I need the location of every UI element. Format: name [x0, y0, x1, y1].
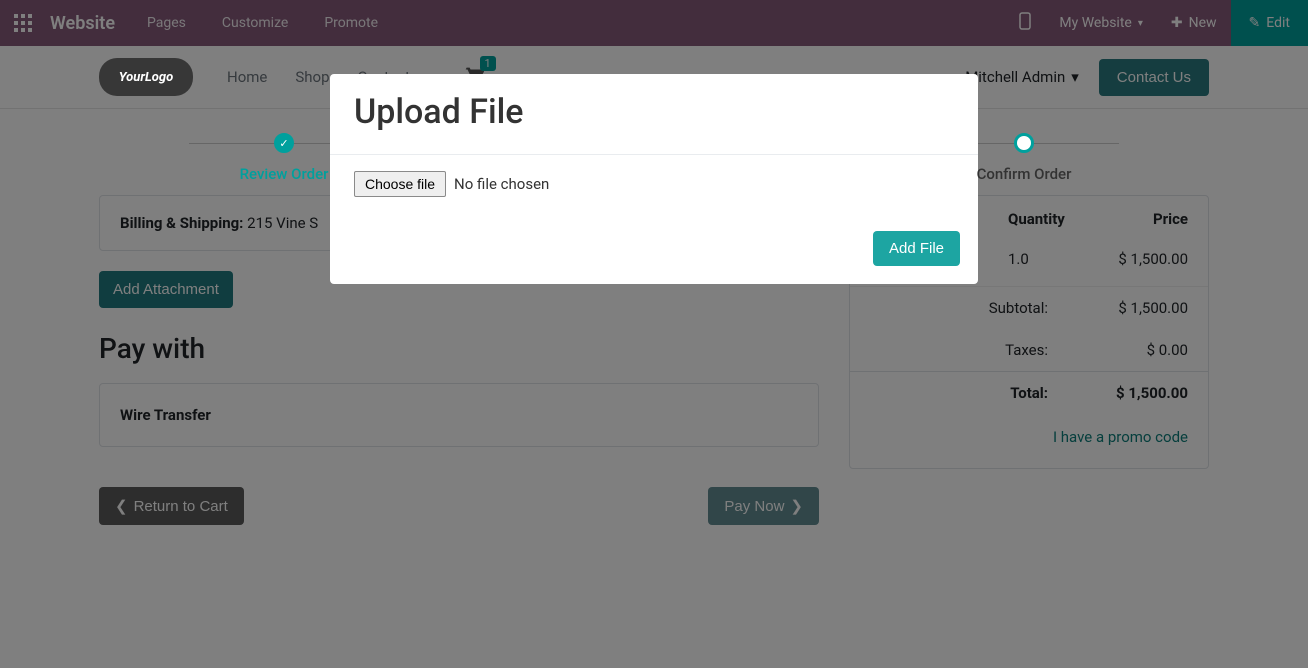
modal-overlay[interactable]: Upload File Choose file No file chosen A…	[0, 0, 1308, 668]
add-file-button[interactable]: Add File	[873, 231, 960, 266]
step-circle-current	[1014, 133, 1034, 153]
step-confirm-label: Confirm Order	[977, 165, 1072, 183]
logo-text: YourLogo	[119, 70, 173, 85]
step-confirm[interactable]: Confirm Order	[839, 133, 1209, 183]
modal-title: Upload File	[354, 92, 954, 132]
step-review-label: Review Order	[240, 165, 329, 183]
step-review[interactable]: ✓ Review Order	[99, 133, 469, 183]
check-icon: ✓	[274, 133, 294, 153]
modal-footer: Add File	[330, 219, 978, 284]
